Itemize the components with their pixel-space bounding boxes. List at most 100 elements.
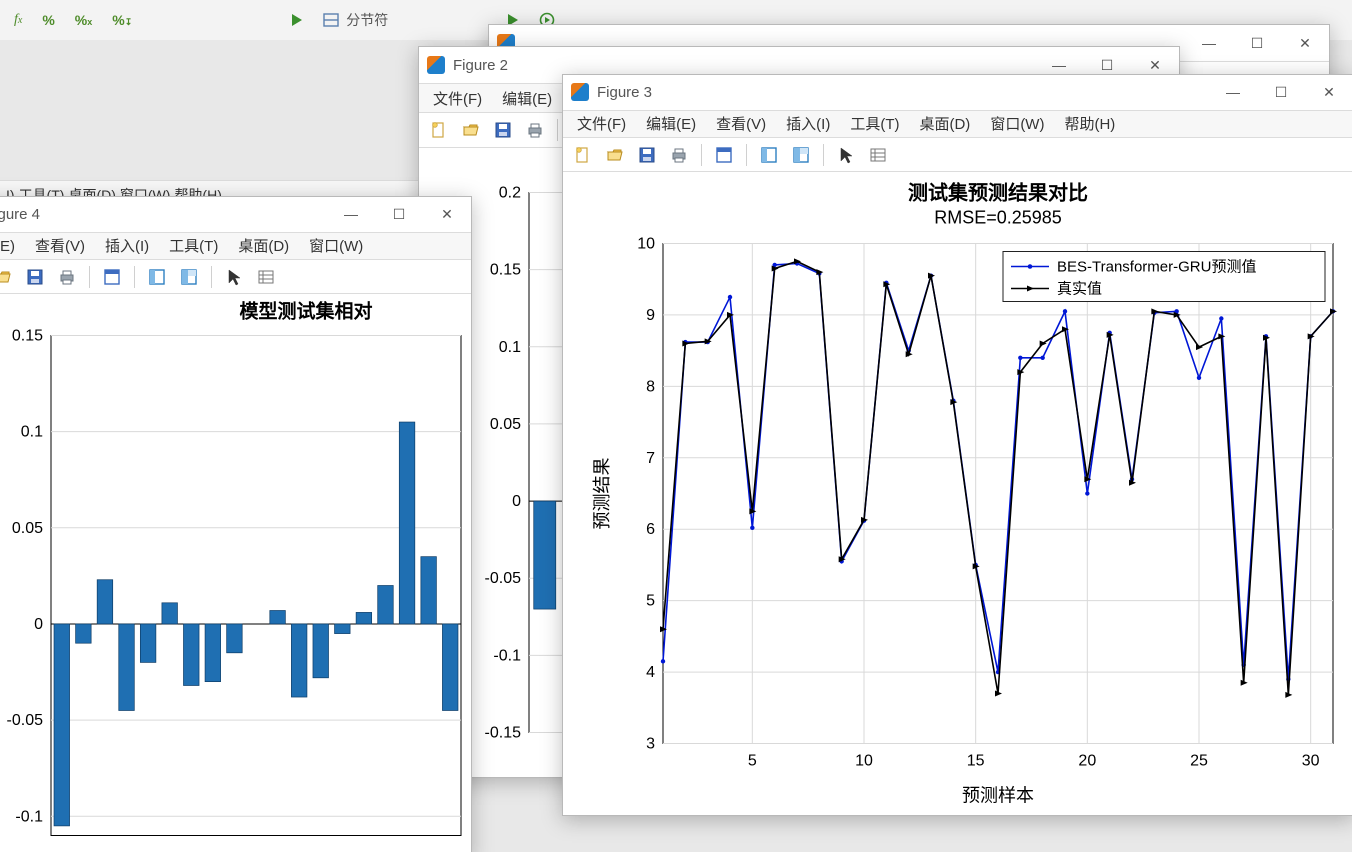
save-button[interactable] (21, 263, 49, 291)
percent-x-button[interactable]: %x (75, 12, 92, 28)
print-button[interactable] (521, 116, 549, 144)
svg-text:0.05: 0.05 (12, 520, 43, 537)
svg-text:7: 7 (646, 450, 655, 467)
save-button[interactable] (489, 116, 517, 144)
svg-text:预测样本: 预测样本 (962, 786, 1034, 806)
svg-text:-0.1: -0.1 (15, 808, 43, 825)
svg-text:BES-Transformer-GRU预测值: BES-Transformer-GRU预测值 (1057, 259, 1256, 276)
toolbar-separator (701, 144, 702, 166)
property-list-button[interactable] (252, 263, 280, 291)
toolbar-separator (211, 266, 212, 288)
toolbar-separator (746, 144, 747, 166)
print-button[interactable] (53, 263, 81, 291)
svg-text:3: 3 (646, 736, 655, 753)
menu-insert[interactable]: 插入(I) (97, 233, 157, 258)
svg-text:4: 4 (646, 664, 655, 681)
figure-4-chart: 模型测试集相对-0.1-0.0500.050.10.15 (0, 294, 471, 852)
menu-view[interactable]: 查看(V) (708, 111, 774, 136)
toolbar-separator (89, 266, 90, 288)
svg-text:25: 25 (1190, 753, 1208, 770)
menubar: 文件(F) 编辑(E) 查看(V) 插入(I) 工具(T) 桌面(D) 窗口(W… (563, 111, 1352, 139)
figure-title: Figure 3 (597, 84, 1209, 101)
menu-edit[interactable]: 编辑(E) (0, 233, 23, 258)
figure-props-button[interactable] (98, 263, 126, 291)
svg-text:0: 0 (512, 493, 521, 510)
svg-text:0.2: 0.2 (499, 185, 521, 202)
menubar: 编辑(E) 查看(V) 插入(I) 工具(T) 桌面(D) 窗口(W) (0, 233, 471, 261)
figure-title: Figure 2 (453, 57, 1035, 74)
menu-edit[interactable]: 编辑(E) (638, 111, 704, 136)
close-button[interactable]: ✕ (1305, 75, 1352, 110)
titlebar[interactable]: Figure 4 — ☐ ✕ (0, 197, 471, 233)
dock-1-button[interactable] (143, 263, 171, 291)
pointer-button[interactable] (832, 141, 860, 169)
open-file-button[interactable] (457, 116, 485, 144)
menu-view[interactable]: 查看(V) (27, 233, 93, 258)
close-button[interactable]: ✕ (1281, 25, 1329, 61)
svg-text:-0.1: -0.1 (493, 647, 521, 664)
print-button[interactable] (665, 141, 693, 169)
svg-text:30: 30 (1302, 753, 1320, 770)
minimize-button[interactable]: — (327, 197, 375, 232)
menu-file[interactable]: 文件(F) (425, 86, 490, 111)
svg-text:0.05: 0.05 (490, 416, 521, 433)
section-break-label: 分节符 (346, 10, 388, 30)
maximize-button[interactable]: ☐ (375, 197, 423, 232)
open-file-button[interactable] (601, 141, 629, 169)
dock-2-button[interactable] (175, 263, 203, 291)
svg-text:0.1: 0.1 (21, 424, 43, 441)
svg-text:0: 0 (34, 616, 43, 633)
run-button[interactable] (292, 14, 302, 26)
menu-window[interactable]: 窗口(W) (982, 111, 1052, 136)
titlebar[interactable]: Figure 3 — ☐ ✕ (563, 75, 1352, 111)
svg-text:8: 8 (646, 378, 655, 395)
svg-text:RMSE=0.25985: RMSE=0.25985 (934, 208, 1062, 228)
close-button[interactable]: ✕ (423, 197, 471, 232)
figure-3-chart: 测试集预测结果对比RMSE=0.259853456789105101520253… (563, 172, 1352, 815)
svg-text:0.1: 0.1 (499, 339, 521, 356)
minimize-button[interactable]: — (1209, 75, 1257, 110)
svg-text:6: 6 (646, 521, 655, 538)
section-break-button[interactable]: 分节符 (322, 10, 388, 30)
svg-text:模型测试集相对: 模型测试集相对 (239, 300, 372, 323)
pointer-button[interactable] (220, 263, 248, 291)
figure-props-button[interactable] (710, 141, 738, 169)
new-file-button[interactable] (569, 141, 597, 169)
toolbar (563, 138, 1352, 172)
dock-2-button[interactable] (787, 141, 815, 169)
menu-file[interactable]: 文件(F) (569, 111, 634, 136)
svg-text:测试集预测结果对比: 测试集预测结果对比 (908, 181, 1088, 205)
matlab-icon (571, 83, 589, 101)
percent-button[interactable]: % (42, 12, 54, 28)
percent-down-button[interactable]: %↧ (112, 12, 132, 28)
menu-tools[interactable]: 工具(T) (161, 233, 226, 258)
maximize-button[interactable]: ☐ (1233, 25, 1281, 61)
maximize-button[interactable]: ☐ (1257, 75, 1305, 110)
toolbar-separator (823, 144, 824, 166)
new-file-button[interactable] (425, 116, 453, 144)
figure-title: Figure 4 (0, 206, 327, 223)
toolbar (0, 260, 471, 294)
menu-help[interactable]: 帮助(H) (1056, 111, 1123, 136)
svg-text:10: 10 (637, 236, 655, 253)
svg-text:预测结果: 预测结果 (592, 458, 612, 530)
menu-edit[interactable]: 编辑(E) (494, 86, 560, 111)
toolbar-separator (134, 266, 135, 288)
menu-window[interactable]: 窗口(W) (301, 233, 371, 258)
fx-button[interactable]: fx (14, 12, 22, 28)
minimize-button[interactable]: — (1185, 25, 1233, 61)
menu-tools[interactable]: 工具(T) (842, 111, 907, 136)
menu-desktop[interactable]: 桌面(D) (911, 111, 978, 136)
open-file-button[interactable] (0, 263, 17, 291)
figure-4-window: Figure 4 — ☐ ✕ 编辑(E) 查看(V) 插入(I) 工具(T) 桌… (0, 196, 472, 852)
property-list-button[interactable] (864, 141, 892, 169)
dock-1-button[interactable] (755, 141, 783, 169)
svg-text:10: 10 (855, 753, 873, 770)
save-button[interactable] (633, 141, 661, 169)
menu-desktop[interactable]: 桌面(D) (230, 233, 297, 258)
svg-text:5: 5 (748, 753, 757, 770)
toolbar-separator (557, 119, 558, 141)
plot-area: 测试集预测结果对比RMSE=0.259853456789105101520253… (563, 172, 1352, 815)
figure-3-window: Figure 3 — ☐ ✕ 文件(F) 编辑(E) 查看(V) 插入(I) 工… (562, 74, 1352, 816)
menu-insert[interactable]: 插入(I) (778, 111, 838, 136)
